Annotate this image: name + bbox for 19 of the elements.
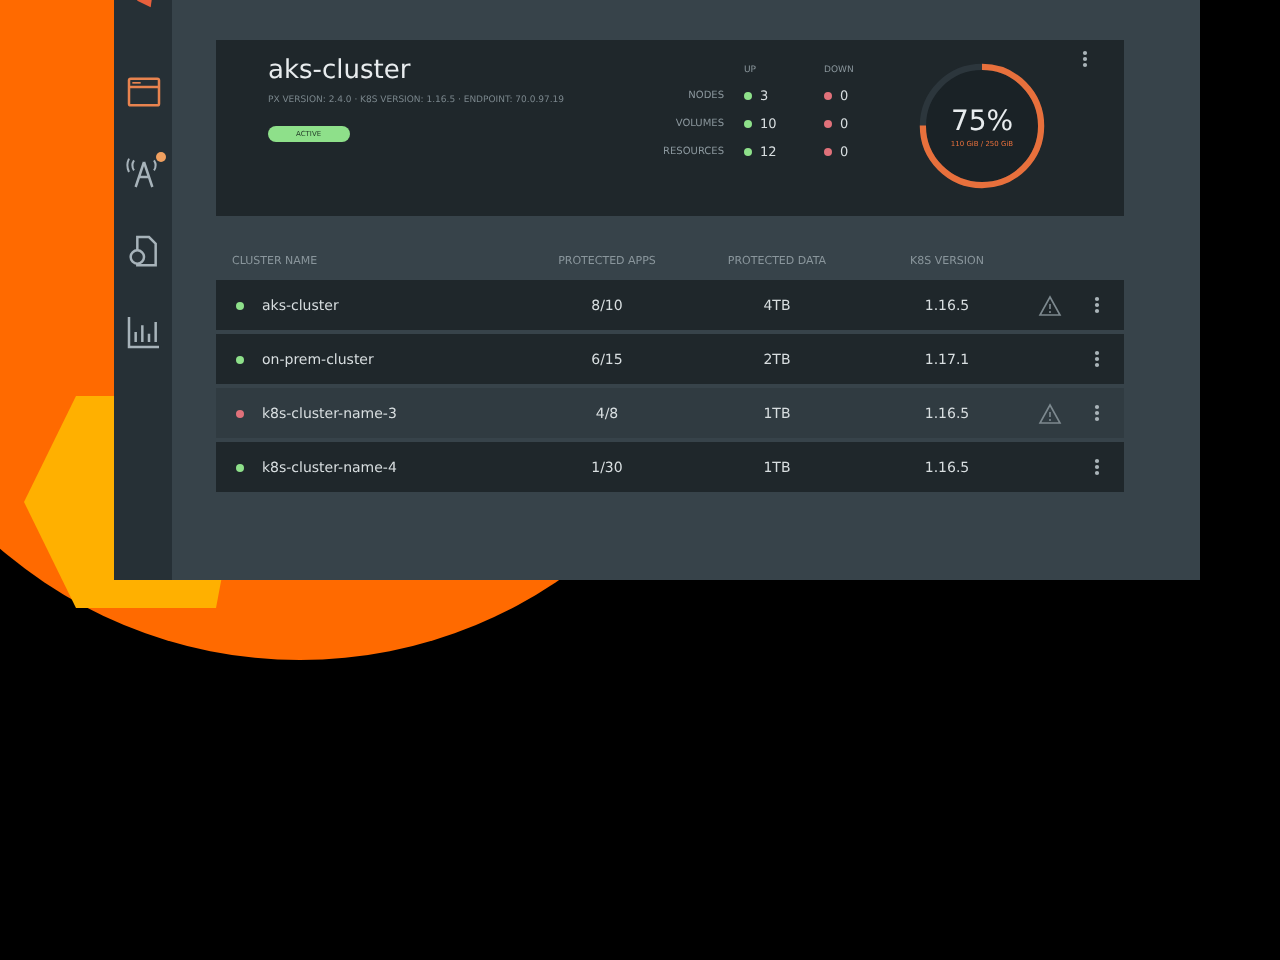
antenna-icon[interactable] — [123, 152, 163, 192]
warning-icon — [1038, 293, 1062, 317]
warning-icon — [1038, 401, 1062, 425]
usage-percent: 75% — [950, 105, 1014, 137]
status-dot — [824, 120, 832, 128]
more-menu-icon[interactable] — [1093, 296, 1099, 314]
document-badge-icon[interactable] — [123, 232, 163, 272]
cluster-title: aks-cluster — [268, 56, 413, 86]
more-menu-icon[interactable] — [1093, 458, 1099, 476]
status-dot — [744, 120, 752, 128]
status-dot — [744, 92, 752, 100]
status-dot — [824, 92, 832, 100]
more-menu-icon[interactable] — [1081, 50, 1087, 68]
more-menu-icon[interactable] — [1093, 404, 1099, 422]
status-dot — [824, 148, 832, 156]
browser-window-icon[interactable] — [123, 72, 163, 112]
status-dot — [744, 148, 752, 156]
bar-chart-icon[interactable] — [123, 312, 163, 352]
more-menu-icon[interactable] — [1093, 350, 1099, 368]
